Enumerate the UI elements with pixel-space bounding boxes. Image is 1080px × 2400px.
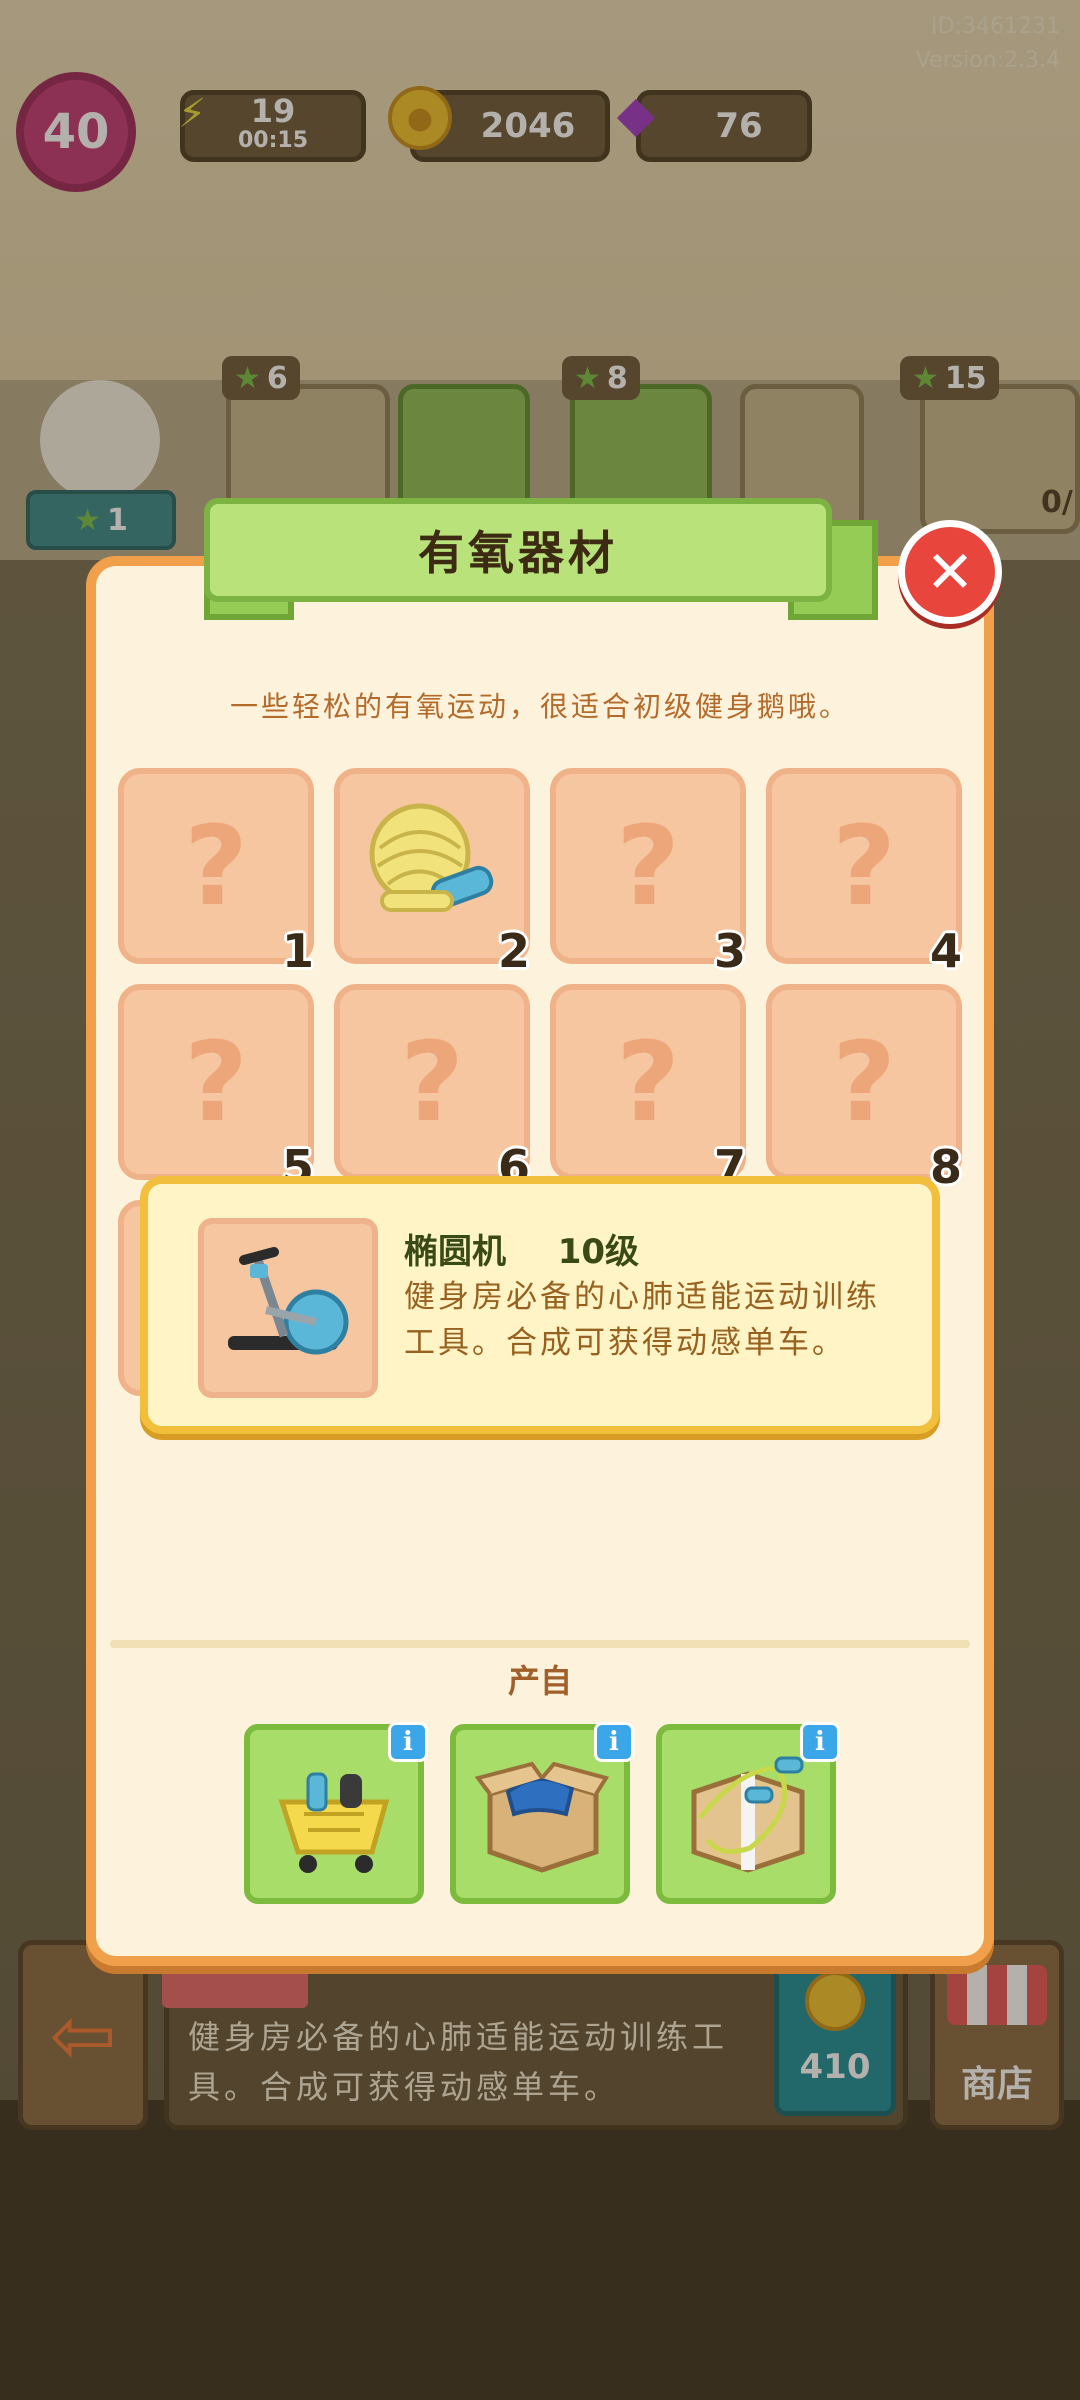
produce-from-label: 产自	[507, 1662, 572, 1700]
collection-slot[interactable]: ? 1	[118, 768, 314, 978]
item-tooltip: 椭圆机 10级 健身房必备的心肺适能运动训练工具。合成可获得动感单车。	[140, 1176, 940, 1434]
box-with-clothes-icon	[474, 1748, 610, 1888]
collection-slot[interactable]: ? 3	[550, 768, 746, 978]
collection-slot[interactable]: ? 6	[334, 984, 530, 1194]
slot-number: 2	[497, 924, 530, 978]
modal-title-ribbon: 有氧器材	[204, 498, 832, 602]
tooltip-item-description: 健身房必备的心肺适能运动训练工具。合成可获得动感单车。	[404, 1279, 880, 1361]
slot-number: 1	[281, 924, 314, 978]
close-icon: ✕	[925, 538, 975, 606]
tooltip-item-level: 10级	[557, 1232, 640, 1272]
cart-with-dumbbells-icon	[268, 1752, 400, 1888]
slot-number: 3	[713, 924, 746, 978]
collection-slot[interactable]: ? 4	[766, 768, 962, 978]
question-mark-icon: ?	[400, 1018, 464, 1146]
question-mark-icon: ?	[832, 1018, 896, 1146]
yarn-and-foam-roller-icon	[362, 796, 502, 936]
category-description: 一些轻松的有氧运动，很适合初级健身鹅哦。	[229, 690, 850, 723]
question-mark-icon: ?	[616, 802, 680, 930]
producer-info-button[interactable]: i	[800, 1722, 840, 1762]
question-mark-icon: ?	[832, 802, 896, 930]
collection-slot[interactable]: ? 5	[118, 984, 314, 1194]
question-mark-icon: ?	[184, 1018, 248, 1146]
producer-info-button[interactable]: i	[594, 1722, 634, 1762]
collection-slot[interactable]: ? 7	[550, 984, 746, 1194]
collection-slot[interactable]: ? 8	[766, 984, 962, 1194]
box-with-jump-rope-icon	[680, 1748, 816, 1888]
section-divider	[110, 1640, 970, 1648]
collection-slot[interactable]: 2	[334, 768, 530, 978]
tooltip-item-name: 椭圆机	[404, 1232, 506, 1272]
elliptical-machine-icon	[198, 1218, 378, 1398]
question-mark-icon: ?	[184, 802, 248, 930]
close-button[interactable]: ✕	[898, 520, 1002, 624]
question-mark-icon: ?	[616, 1018, 680, 1146]
modal-title: 有氧器材	[418, 526, 618, 580]
slot-number: 4	[929, 924, 962, 978]
tooltip-item-title: 椭圆机 10级	[404, 1224, 639, 1273]
producer-info-button[interactable]: i	[388, 1722, 428, 1762]
